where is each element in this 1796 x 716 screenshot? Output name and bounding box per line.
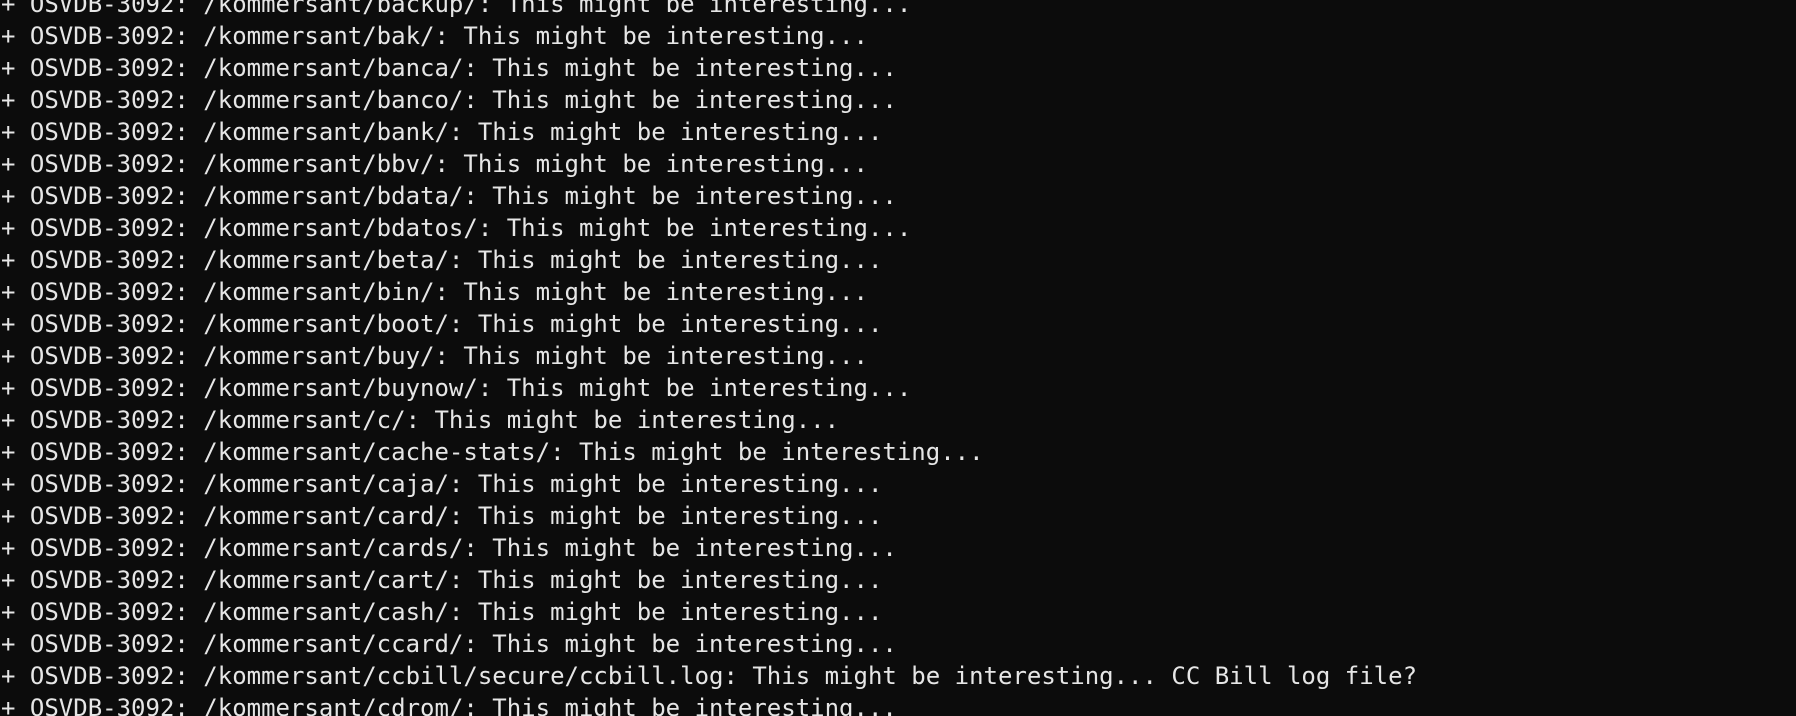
terminal-window[interactable]: + OSVDB-3092: /kommersant/backup/: This … [0, 0, 1796, 716]
terminal-line: + OSVDB-3092: /kommersant/backup/: This … [1, 0, 912, 18]
terminal-line: + OSVDB-3092: /kommersant/cards/: This m… [1, 534, 897, 562]
terminal-line: + OSVDB-3092: /kommersant/banco/: This m… [1, 86, 897, 114]
terminal-line: + OSVDB-3092: /kommersant/card/: This mi… [1, 502, 883, 530]
terminal-line: + OSVDB-3092: /kommersant/ccard/: This m… [1, 630, 897, 658]
terminal-line: + OSVDB-3092: /kommersant/bbv/: This mig… [1, 150, 868, 178]
terminal-line: + OSVDB-3092: /kommersant/ccbill/secure/… [1, 662, 1418, 690]
terminal-line: + OSVDB-3092: /kommersant/bdatos/: This … [1, 214, 912, 242]
terminal-line: + OSVDB-3092: /kommersant/bak/: This mig… [1, 22, 868, 50]
terminal-line: + OSVDB-3092: /kommersant/c/: This might… [1, 406, 840, 434]
terminal-line: + OSVDB-3092: /kommersant/bdata/: This m… [1, 182, 897, 210]
terminal-line: + OSVDB-3092: /kommersant/buynow/: This … [1, 374, 912, 402]
terminal-line: + OSVDB-3092: /kommersant/bin/: This mig… [1, 278, 868, 306]
terminal-line: + OSVDB-3092: /kommersant/bank/: This mi… [1, 118, 883, 146]
terminal-line: + OSVDB-3092: /kommersant/boot/: This mi… [1, 310, 883, 338]
terminal-line: + OSVDB-3092: /kommersant/cache-stats/: … [1, 438, 984, 466]
terminal-line: + OSVDB-3092: /kommersant/banca/: This m… [1, 54, 897, 82]
terminal-line: + OSVDB-3092: /kommersant/beta/: This mi… [1, 246, 883, 274]
terminal-line: + OSVDB-3092: /kommersant/caja/: This mi… [1, 470, 883, 498]
terminal-line: + OSVDB-3092: /kommersant/cdrom/: This m… [1, 694, 897, 716]
terminal-line: + OSVDB-3092: /kommersant/buy/: This mig… [1, 342, 868, 370]
terminal-output: + OSVDB-3092: /kommersant/backup/: This … [1, 0, 1417, 716]
terminal-line: + OSVDB-3092: /kommersant/cart/: This mi… [1, 566, 883, 594]
terminal-line: + OSVDB-3092: /kommersant/cash/: This mi… [1, 598, 883, 626]
